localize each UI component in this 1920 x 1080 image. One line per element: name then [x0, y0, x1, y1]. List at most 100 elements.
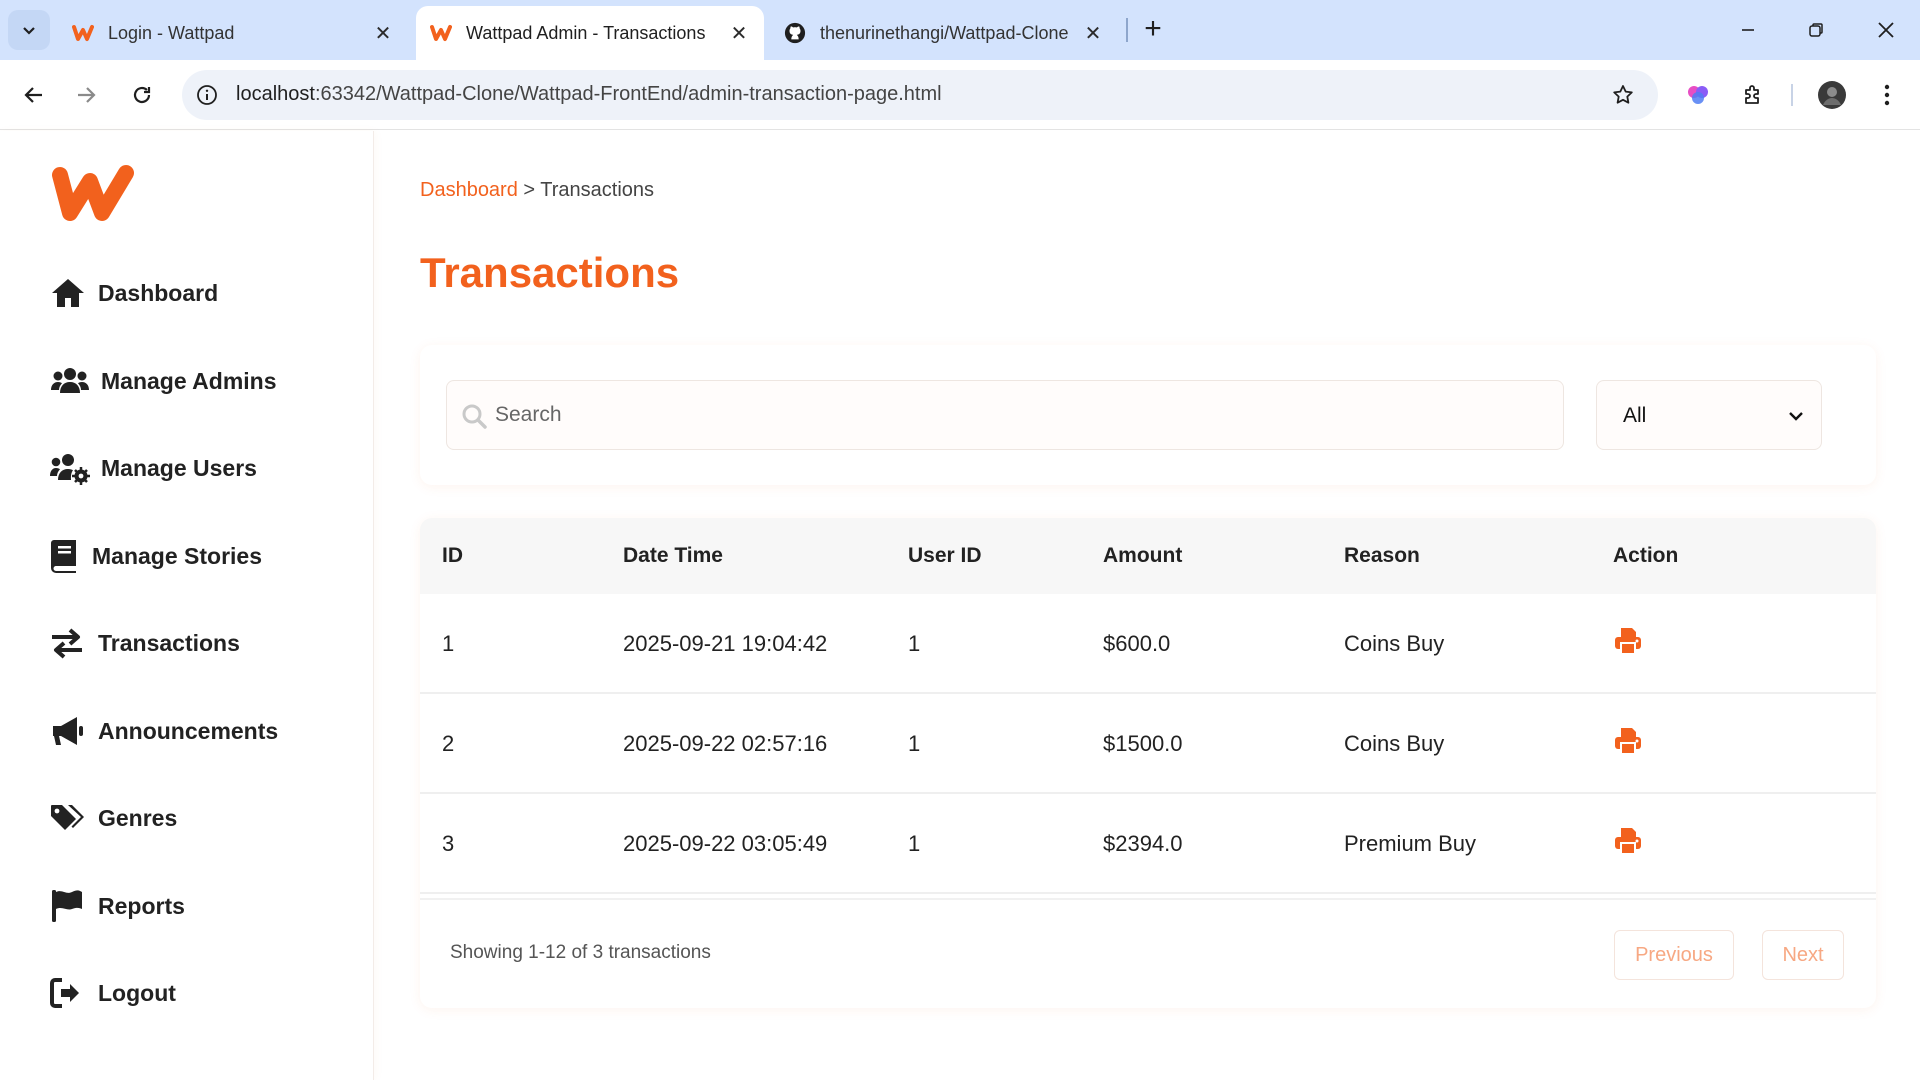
cell-datetime: 2025-09-21 19:04:42 [623, 631, 828, 656]
sidebar-item-label: Manage Admins [101, 367, 277, 394]
main-content: Dashboard > Transactions Transactions Al… [420, 131, 1876, 1080]
cell-id: 1 [442, 631, 455, 656]
table-row: 3 2025-09-22 03:05:49 1 $2394.0 Premium … [420, 794, 1876, 894]
sidebar-item-label: Dashboard [98, 279, 219, 306]
logout-icon [50, 975, 90, 1011]
filter-card: All [420, 345, 1876, 485]
sidebar-item-transactions[interactable]: Transactions [50, 623, 240, 663]
reload-button[interactable] [122, 75, 162, 115]
tab-search-button[interactable] [8, 10, 50, 50]
page-content: Dashboard Manage Admins Manage Users Man… [0, 131, 1920, 1080]
minimize-icon [1742, 29, 1754, 31]
home-icon [50, 275, 90, 311]
tab-title: thenurinethangi/Wattpad-Clone [820, 22, 1069, 43]
exchange-icon [50, 625, 90, 661]
sidebar-item-label: Transactions [98, 629, 240, 656]
column-header-action: Action [1613, 544, 1679, 567]
minimize-button[interactable] [1726, 10, 1770, 50]
transaction-filter-select[interactable]: All [1596, 380, 1822, 450]
sidebar-item-dashboard[interactable]: Dashboard [50, 273, 218, 313]
table-footer: Showing 1-12 of 3 transactions Previous … [420, 898, 1876, 1008]
cell-user-id: 1 [908, 731, 921, 756]
cell-user-id: 1 [908, 831, 921, 856]
wattpad-favicon-icon [72, 22, 94, 44]
table-header: ID Date Time User ID Amount Reason Actio… [420, 518, 1876, 594]
close-tab-icon[interactable]: ✕ [728, 22, 750, 45]
cell-datetime: 2025-09-22 03:05:49 [623, 831, 828, 856]
cell-amount: $600.0 [1103, 631, 1171, 656]
megaphone-icon [50, 713, 90, 749]
close-tab-icon[interactable]: ✕ [372, 22, 394, 45]
reload-icon [133, 86, 151, 104]
print-icon[interactable] [1613, 826, 1643, 856]
sidebar-item-manage-stories[interactable]: Manage Stories [50, 536, 262, 576]
forward-button[interactable] [66, 75, 106, 115]
ai-extension-icon[interactable] [1681, 78, 1715, 112]
extensions-puzzle-icon[interactable] [1736, 78, 1770, 112]
sidebar-item-announcements[interactable]: Announcements [50, 711, 278, 751]
column-header-id: ID [442, 544, 463, 567]
close-tab-icon[interactable]: ✕ [1082, 22, 1104, 45]
address-bar[interactable]: localhost:63342/Wattpad-Clone/Wattpad-Fr… [182, 70, 1658, 120]
browser-toolbar: localhost:63342/Wattpad-Clone/Wattpad-Fr… [0, 60, 1920, 130]
close-window-button[interactable] [1864, 10, 1908, 50]
cell-amount: $1500.0 [1103, 731, 1183, 756]
profile-avatar[interactable] [1815, 78, 1849, 112]
site-info-icon[interactable] [194, 82, 220, 108]
sidebar-item-label: Manage Stories [92, 542, 262, 569]
column-header-date-time: Date Time [623, 544, 723, 567]
restore-button[interactable] [1794, 10, 1838, 50]
pagination-summary: Showing 1-12 of 3 transactions [450, 942, 711, 963]
cell-id: 2 [442, 731, 455, 756]
column-header-amount: Amount [1103, 544, 1183, 567]
url-text: localhost:63342/Wattpad-Clone/Wattpad-Fr… [236, 83, 942, 105]
sidebar-item-label: Genres [98, 804, 178, 831]
sidebar-item-manage-users[interactable]: Manage Users [50, 448, 257, 488]
sidebar-item-label: Manage Users [101, 454, 257, 481]
cell-id: 3 [442, 831, 455, 856]
sidebar-item-reports[interactable]: Reports [50, 886, 185, 926]
print-icon[interactable] [1613, 726, 1643, 756]
book-icon [50, 538, 82, 574]
arrow-right-icon [78, 87, 96, 103]
tags-icon [50, 800, 90, 836]
wattpad-favicon-icon [430, 22, 452, 44]
table-row: 2 2025-09-22 02:57:16 1 $1500.0 Coins Bu… [420, 694, 1876, 794]
users-cog-icon [50, 450, 90, 486]
tab-title: Login - Wattpad [108, 22, 235, 43]
sidebar-item-label: Logout [98, 979, 176, 1006]
breadcrumb-dashboard-link[interactable]: Dashboard [420, 179, 518, 201]
breadcrumb-current: Transactions [540, 179, 655, 201]
bookmark-star-icon[interactable] [1610, 82, 1636, 108]
column-header-reason: Reason [1344, 544, 1420, 567]
table-row: 1 2025-09-21 19:04:42 1 $600.0 Coins Buy [420, 594, 1876, 694]
sidebar: Dashboard Manage Admins Manage Users Man… [0, 131, 374, 1080]
github-favicon-icon [784, 22, 806, 44]
next-page-button[interactable]: Next [1762, 930, 1844, 980]
new-tab-button[interactable]: + [1136, 12, 1170, 46]
breadcrumb: Dashboard > Transactions [420, 179, 654, 202]
tab-login[interactable]: Login - Wattpad ✕ [60, 6, 408, 60]
sidebar-item-manage-admins[interactable]: Manage Admins [50, 361, 277, 401]
sidebar-item-logout[interactable]: Logout [50, 973, 176, 1013]
tab-transactions[interactable]: Wattpad Admin - Transactions ✕ [416, 6, 764, 60]
browser-tabstrip: Login - Wattpad ✕ Wattpad Admin - Transa… [0, 0, 1920, 60]
sidebar-item-genres[interactable]: Genres [50, 798, 177, 838]
cell-datetime: 2025-09-22 02:57:16 [623, 731, 828, 756]
back-button[interactable] [14, 75, 54, 115]
tab-github[interactable]: thenurinethangi/Wattpad-Clone ✕ [772, 6, 1118, 60]
print-icon[interactable] [1613, 626, 1643, 656]
search-input[interactable] [495, 381, 1555, 449]
browser-menu-icon[interactable] [1870, 78, 1904, 112]
column-header-user-id: User ID [908, 544, 982, 567]
chevron-down-icon [23, 27, 35, 35]
sidebar-item-label: Reports [98, 892, 185, 919]
wattpad-logo[interactable] [50, 161, 136, 223]
cell-amount: $2394.0 [1103, 831, 1183, 856]
arrow-left-icon [24, 87, 42, 103]
flag-icon [50, 888, 90, 924]
previous-page-button[interactable]: Previous [1614, 930, 1734, 980]
transactions-table: ID Date Time User ID Amount Reason Actio… [420, 518, 1876, 1008]
users-icon [50, 363, 90, 399]
cell-reason: Premium Buy [1344, 831, 1477, 856]
